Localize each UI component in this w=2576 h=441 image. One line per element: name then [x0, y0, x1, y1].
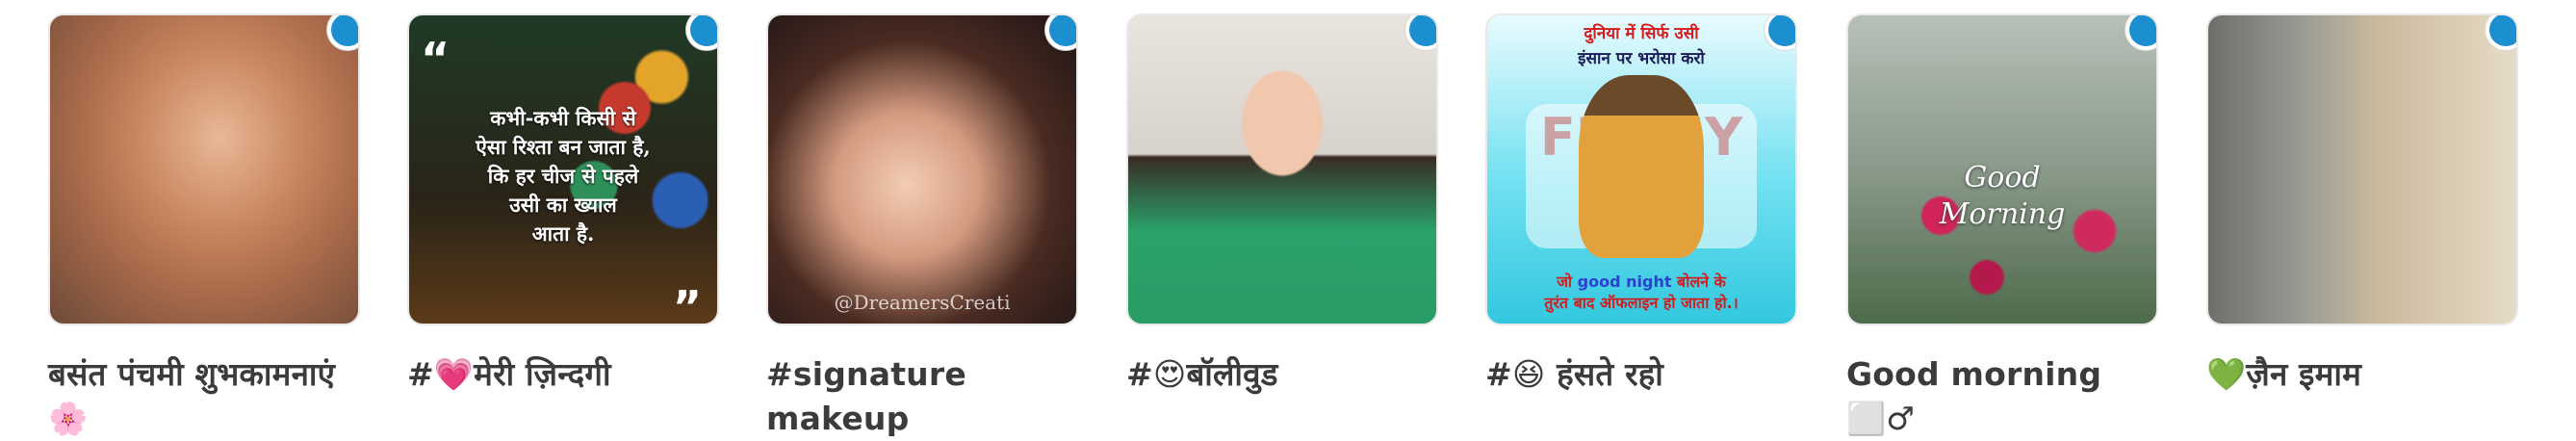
quote-text: कभी-कभी किसी से ऐसा रिश्ता बन जाता है, क…	[409, 104, 717, 248]
category-card[interactable]: दुनिया में सिर्फ उसी इंसान पर भरोसा करो …	[1485, 13, 1797, 397]
selection-badge[interactable]	[1405, 15, 1436, 50]
category-card[interactable]: “ कभी-कभी किसी से ऐसा रिश्ता बन जाता है,…	[407, 13, 719, 397]
category-card[interactable]: #😍बॉलीवुड	[1126, 13, 1438, 397]
quote-line: कभी-कभी किसी से	[490, 106, 636, 130]
category-thumbnail[interactable]: @DreamersCreati	[766, 13, 1078, 325]
joke-top-line: दुनिया में सिर्फ उसी	[1584, 24, 1699, 43]
joke-bottom-line: जो good night बोलने के	[1487, 272, 1795, 293]
selection-badge[interactable]	[1045, 15, 1076, 50]
category-label: #signature makeup	[766, 355, 966, 437]
category-card[interactable]: Good Morning Good morning ⬜♂	[1846, 13, 2158, 441]
watermark-text: @DreamersCreati	[834, 291, 1011, 314]
selection-badge[interactable]	[327, 15, 358, 50]
sticker-category-row: बसंत पंचमी शुभकामनाएं🌸 “ कभी-कभी किसी से…	[0, 0, 2576, 439]
joke-text-part: बोलने के	[1671, 272, 1726, 291]
joke-bottom-text: जो good night बोलने के तुरंत बाद ऑफलाइन …	[1487, 272, 1795, 314]
joke-top-line: इंसान पर भरोसा करो	[1578, 49, 1705, 68]
joke-top-text: दुनिया में सिर्फ उसी इंसान पर भरोसा करो	[1487, 21, 1795, 71]
close-quote: ”	[672, 281, 702, 325]
category-card[interactable]: बसंत पंचमी शुभकामनाएं🌸	[48, 13, 360, 441]
selection-badge[interactable]	[686, 15, 717, 50]
category-label: Good morning ⬜♂	[1846, 355, 2102, 437]
category-label: #😍बॉलीवुड	[1126, 355, 1278, 393]
category-thumbnail[interactable]	[1126, 13, 1438, 325]
greeting-line: Morning	[1939, 197, 2066, 231]
quote-line: ऐसा रिश्ता बन जाता है,	[476, 135, 651, 159]
joke-bottom-line: तुरंत बाद ऑफलाइन हो जाता हो.।	[1544, 294, 1739, 312]
category-card[interactable]: @DreamersCreati #signature makeup	[766, 13, 1078, 441]
quote-line: उसी का ख्याल	[509, 193, 617, 217]
greeting-line: Good	[1964, 161, 2041, 195]
category-card[interactable]: 💚ज़ैन इमाम	[2206, 13, 2518, 397]
category-label: 💚ज़ैन इमाम	[2206, 355, 2361, 393]
cartoon-figure	[1579, 75, 1704, 258]
joke-text-part: जो	[1557, 272, 1578, 291]
category-label: बसंत पंचमी शुभकामनाएं🌸	[48, 355, 336, 437]
category-label: #💗मेरी ज़िन्दगी	[407, 355, 611, 393]
good-morning-text: Good Morning	[1848, 160, 2156, 233]
open-quote: “	[421, 33, 451, 85]
category-label: #😆 हंसते रहो	[1485, 355, 1664, 393]
selection-badge[interactable]	[2125, 15, 2156, 50]
category-thumbnail[interactable]: “ कभी-कभी किसी से ऐसा रिश्ता बन जाता है,…	[407, 13, 719, 325]
category-thumbnail[interactable]	[48, 13, 360, 325]
selection-badge[interactable]	[2486, 15, 2516, 50]
category-thumbnail[interactable]: दुनिया में सिर्फ उसी इंसान पर भरोसा करो …	[1485, 13, 1797, 325]
category-thumbnail[interactable]	[2206, 13, 2518, 325]
quote-line: कि हर चीज से पहले	[487, 164, 639, 188]
quote-line: आता है.	[531, 221, 595, 246]
category-thumbnail[interactable]: Good Morning	[1846, 13, 2158, 325]
joke-text-part: good night	[1577, 272, 1672, 291]
